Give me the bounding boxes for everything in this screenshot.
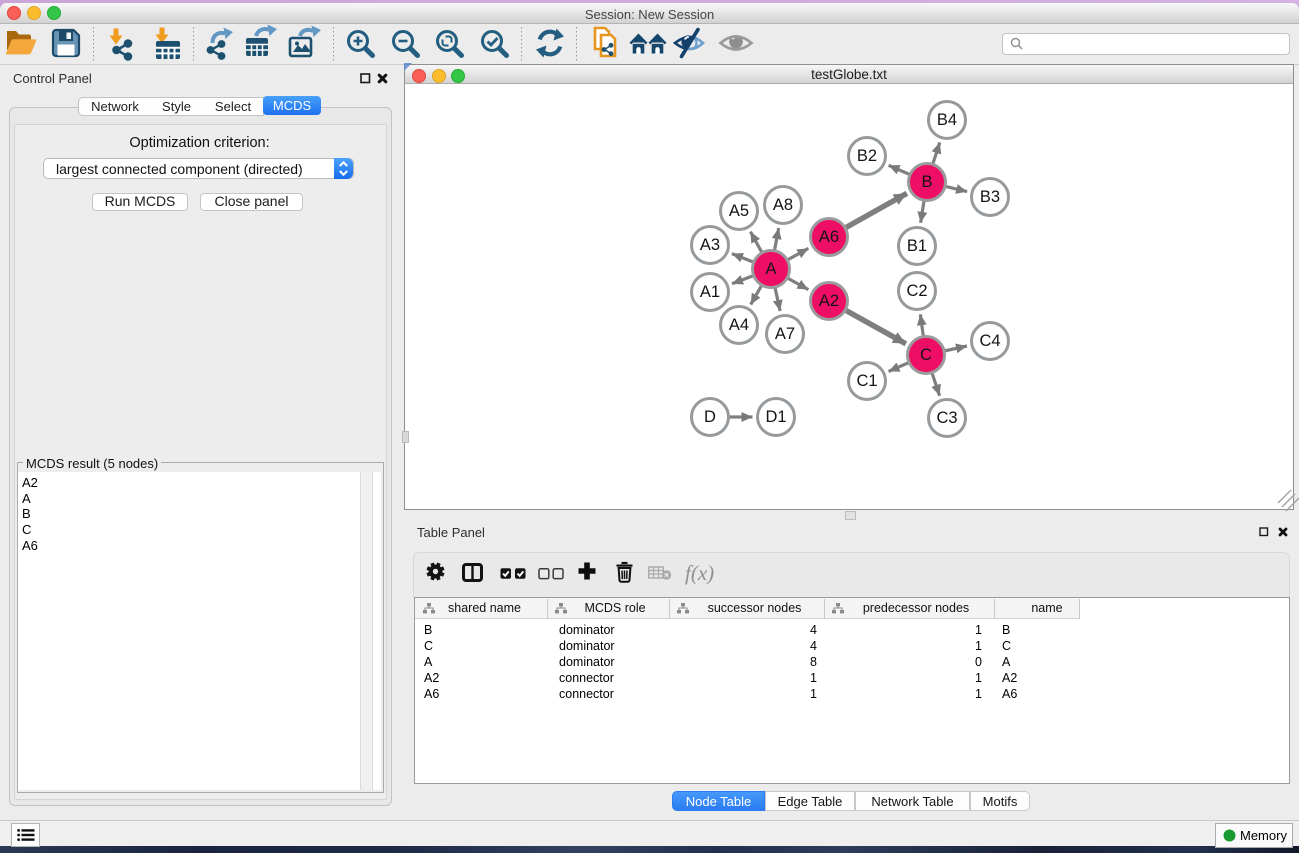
- svg-text:B: B: [921, 173, 932, 191]
- svg-text:D: D: [704, 408, 716, 426]
- svg-text:D1: D1: [765, 408, 786, 426]
- svg-text:C1: C1: [856, 372, 877, 390]
- svg-text:A5: A5: [729, 202, 749, 220]
- svg-text:C2: C2: [906, 282, 927, 300]
- svg-text:A6: A6: [819, 228, 839, 246]
- svg-text:C: C: [920, 346, 932, 364]
- svg-text:C3: C3: [936, 409, 957, 427]
- svg-text:A3: A3: [700, 236, 720, 254]
- svg-text:B3: B3: [980, 188, 1000, 206]
- svg-text:A8: A8: [773, 196, 793, 214]
- svg-text:C4: C4: [979, 332, 1000, 350]
- svg-text:A7: A7: [775, 325, 795, 343]
- svg-text:A1: A1: [700, 283, 720, 301]
- svg-text:A2: A2: [819, 292, 839, 310]
- svg-text:B4: B4: [937, 111, 957, 129]
- svg-text:B1: B1: [907, 237, 927, 255]
- svg-text:A: A: [765, 260, 776, 278]
- svg-text:A4: A4: [729, 316, 749, 334]
- svg-text:B2: B2: [857, 147, 877, 165]
